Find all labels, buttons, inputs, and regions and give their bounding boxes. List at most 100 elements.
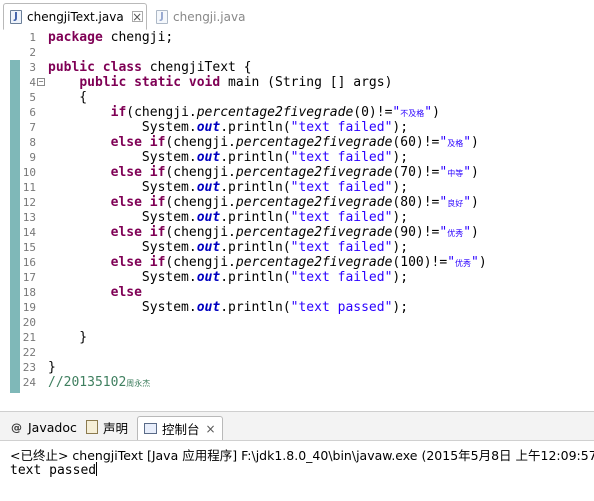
code-token: .println( xyxy=(220,240,291,255)
line-number: 1 xyxy=(29,31,36,44)
code-line[interactable]: 2 xyxy=(0,45,594,60)
code-token: out xyxy=(196,150,221,165)
code-line[interactable]: 6 if(chengji.percentage2fivegrade(0)!= "不… xyxy=(0,105,594,120)
line-number: 23 xyxy=(22,361,36,374)
code-token: System. xyxy=(48,240,197,255)
close-icon[interactable]: × xyxy=(131,11,143,23)
console-output-text: text passed xyxy=(10,463,97,478)
code-line[interactable]: 17 System.out.println("text failed"); xyxy=(0,270,594,285)
code-token: if xyxy=(110,105,127,120)
tab-chengji-java[interactable]: J chengji.java xyxy=(152,3,252,30)
tab-javadoc[interactable]: @ Javadoc xyxy=(10,416,77,438)
code-token: ); xyxy=(392,180,409,195)
code-text: else xyxy=(48,285,142,300)
code-token: ) xyxy=(471,135,479,150)
console-output[interactable]: text passed xyxy=(10,462,98,478)
tab-declaration[interactable]: 声明 xyxy=(86,416,128,438)
code-line[interactable]: 12 else if(chengji.percentage2fivegrade(… xyxy=(0,195,594,210)
code-line[interactable]: 20 xyxy=(0,315,594,330)
code-token: if xyxy=(149,195,166,210)
code-line[interactable]: 13 System.out.println("text failed"); xyxy=(0,210,594,225)
code-text: else if(chengji.percentage2fivegrade(100… xyxy=(48,255,487,271)
code-text: System.out.println("text failed"); xyxy=(48,210,408,225)
text-cursor xyxy=(96,462,98,476)
code-line[interactable]: 22 xyxy=(0,345,594,360)
line-number: 4 xyxy=(29,76,36,89)
code-line[interactable]: 8 else if(chengji.percentage2fivegrade(6… xyxy=(0,135,594,150)
code-line[interactable]: 1 package chengji; xyxy=(0,30,594,45)
code-line[interactable]: 24 //20135102周永杰 xyxy=(0,375,594,390)
code-line[interactable]: 9 System.out.println("text failed"); xyxy=(0,150,594,165)
fold-toggle-icon[interactable]: − xyxy=(37,78,45,86)
code-token: ) xyxy=(471,195,479,210)
code-token: chengji; xyxy=(102,30,174,45)
code-token: System. xyxy=(48,210,197,225)
panel-tab-bar: @ Javadoc 声明 控制台 × xyxy=(0,412,594,441)
code-token: "text passed" xyxy=(290,300,393,315)
code-token: 优秀 xyxy=(455,259,472,268)
code-token: out xyxy=(196,270,221,285)
console-panel: @ Javadoc 声明 控制台 × <已终止> chengjiText [Ja… xyxy=(0,411,594,501)
code-token: ); xyxy=(392,120,409,135)
code-text: System.out.println("text failed"); xyxy=(48,270,408,285)
code-token: ); xyxy=(392,270,409,285)
code-token: " xyxy=(471,255,479,270)
line-number: 11 xyxy=(22,181,36,194)
line-number: 19 xyxy=(22,301,36,314)
line-number: 17 xyxy=(22,271,36,284)
code-token: (80)!= xyxy=(392,195,440,210)
code-line[interactable]: 16 else if(chengji.percentage2fivegrade(… xyxy=(0,255,594,270)
console-status: <已终止> chengjiText [Java 应用程序] F:\jdk1.8.… xyxy=(10,448,594,463)
code-line[interactable]: 21 } xyxy=(0,330,594,345)
code-line[interactable]: 4− public static void main (String [] ar… xyxy=(0,75,594,90)
code-line[interactable]: 5 { xyxy=(0,90,594,105)
code-line[interactable]: 15 System.out.println("text failed"); xyxy=(0,240,594,255)
code-token: 优秀 xyxy=(447,229,464,238)
code-token: "text failed" xyxy=(290,210,393,225)
code-token: (60)!= xyxy=(392,135,440,150)
code-token: percentage2fivegrade xyxy=(235,165,393,180)
code-token: .println( xyxy=(220,300,291,315)
code-line[interactable]: 7 System.out.println("text failed"); xyxy=(0,120,594,135)
code-line[interactable]: 23} xyxy=(0,360,594,375)
code-line[interactable]: 11 System.out.println("text failed"); xyxy=(0,180,594,195)
code-token: .println( xyxy=(220,180,291,195)
code-token: out xyxy=(196,210,221,225)
code-line[interactable]: 18 else xyxy=(0,285,594,300)
code-token: public xyxy=(79,75,127,90)
close-icon[interactable]: × xyxy=(206,422,216,436)
code-line[interactable]: 3 public class chengjiText { xyxy=(0,60,594,75)
code-text: if(chengji.percentage2fivegrade(0)!= "不及格… xyxy=(48,105,440,121)
javadoc-icon: @ xyxy=(11,420,22,434)
tab-label: 声明 xyxy=(103,420,129,436)
code-token: percentage2fivegrade xyxy=(196,105,354,120)
code-line[interactable]: 10 else if(chengji.percentage2fivegrade(… xyxy=(0,165,594,180)
code-token: System. xyxy=(48,300,197,315)
code-token: ); xyxy=(392,300,409,315)
editor-tab-bar: J chengjiText.java × J chengji.java xyxy=(0,0,594,31)
tab-console[interactable]: 控制台 × xyxy=(137,416,223,440)
code-token: package xyxy=(48,30,103,45)
code-token: (chengji. xyxy=(126,105,197,120)
code-line[interactable]: 19 System.out.println("text passed"); xyxy=(0,300,594,315)
code-token: if xyxy=(149,255,166,270)
code-token: static xyxy=(134,75,182,90)
code-token: ); xyxy=(392,210,409,225)
line-number: 13 xyxy=(22,211,36,224)
code-line[interactable]: 14 else if(chengji.percentage2fivegrade(… xyxy=(0,225,594,240)
code-text: else if(chengji.percentage2fivegrade(80)… xyxy=(48,195,479,211)
tab-chengjitext-java[interactable]: J chengjiText.java × xyxy=(3,3,147,30)
code-token: .println( xyxy=(220,120,291,135)
code-token: } xyxy=(48,360,56,375)
code-editor[interactable]: 1 package chengji; 2 3 public class chengjiT… xyxy=(0,30,594,405)
